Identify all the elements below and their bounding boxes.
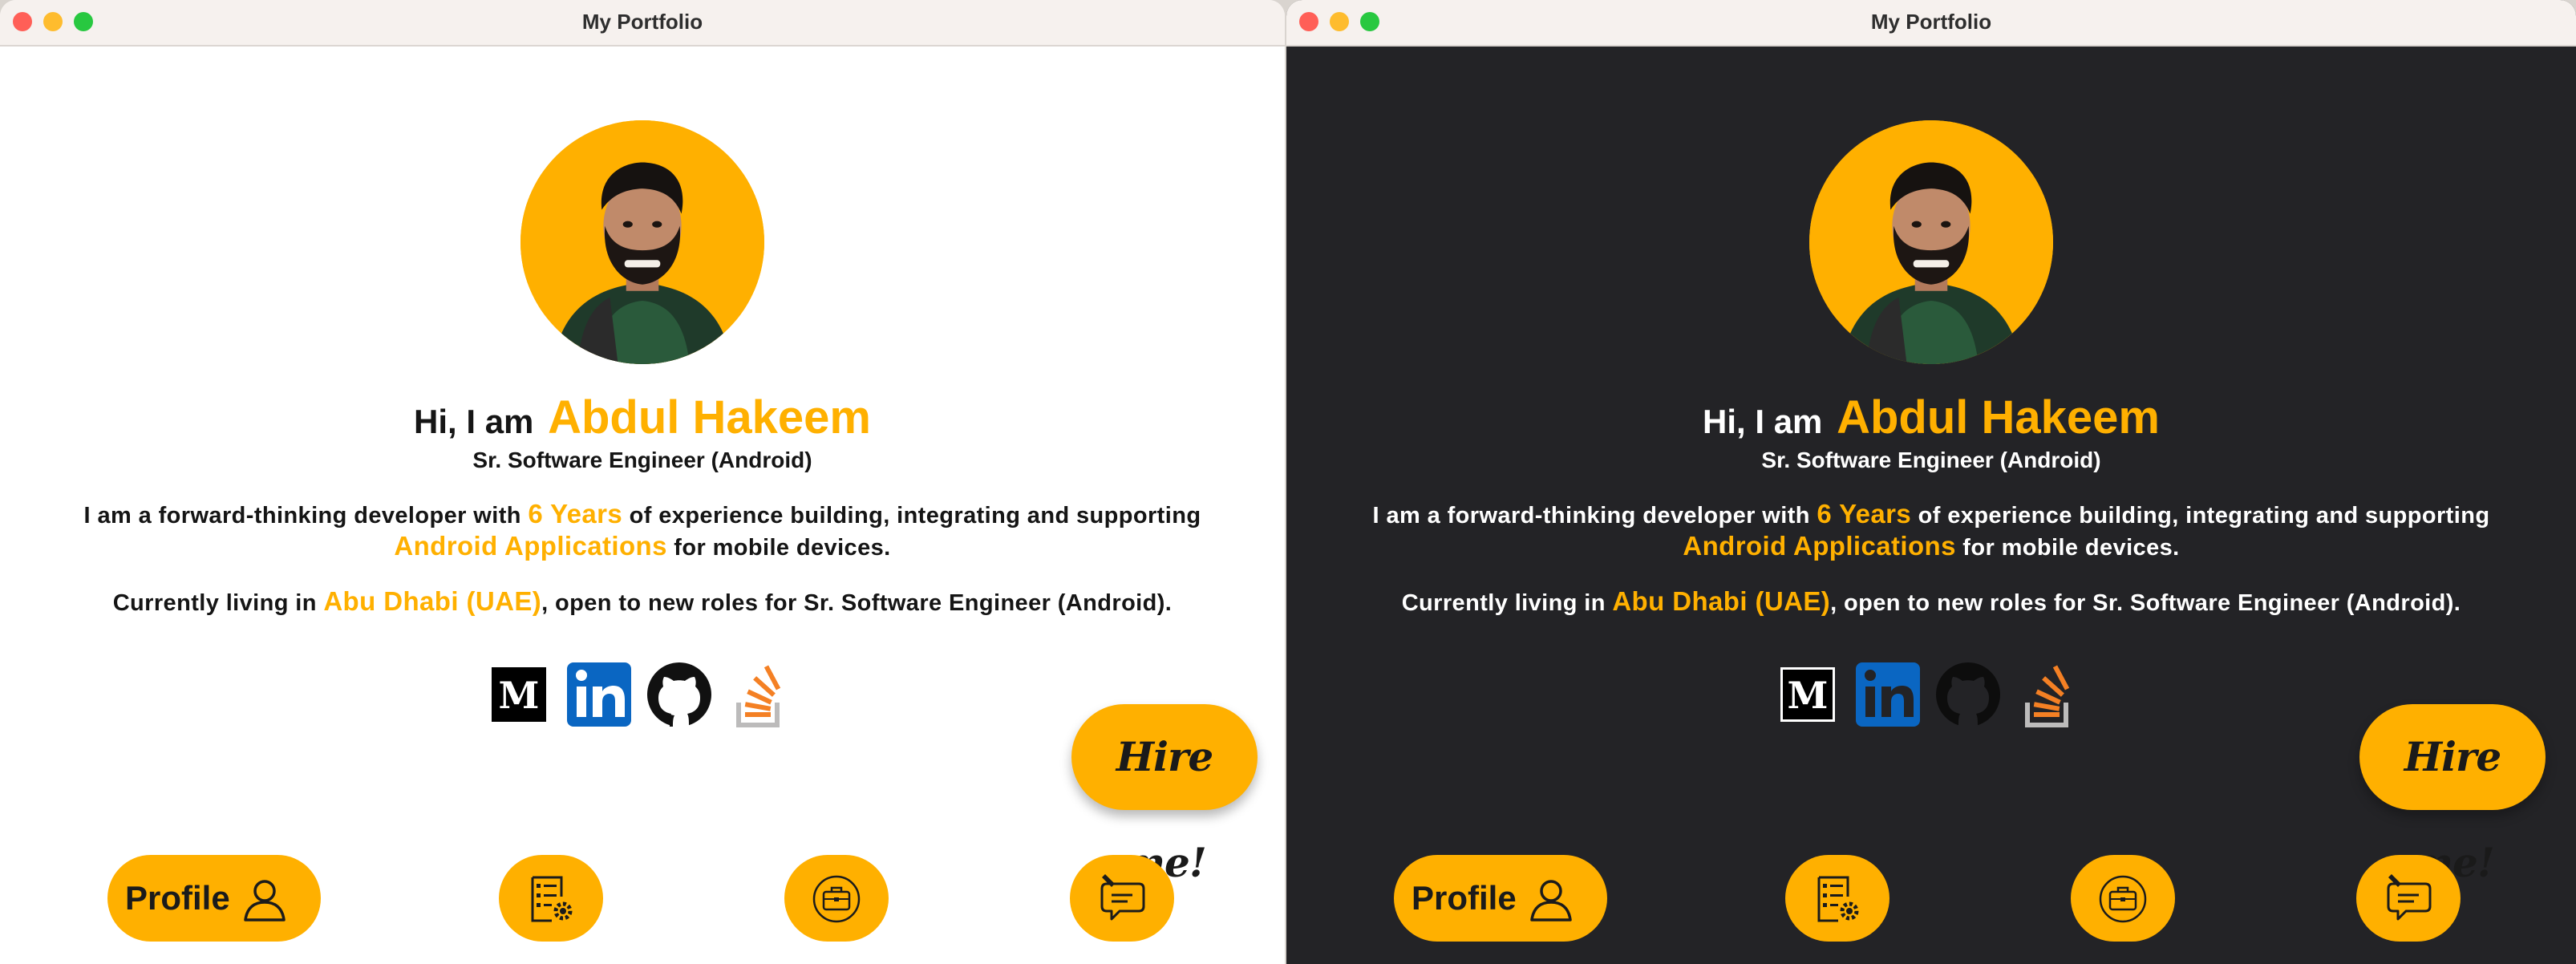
- window-title: My Portfolio: [1870, 10, 1992, 34]
- about-text-3: for mobile devices.: [1955, 535, 2180, 561]
- greeting-heading: Hi, I am Abdul Hakeem: [0, 390, 1285, 450]
- job-title: Sr. Software Engineer (Android): [1761, 448, 2101, 472]
- resume-icon: [525, 873, 577, 926]
- title-bar: My Portfolio: [1286, 0, 2576, 47]
- profile-icon: [241, 875, 289, 923]
- contact-chat-icon: [1096, 873, 1148, 926]
- city-highlight: Abu Dhabi (UAE): [1612, 586, 1831, 616]
- about-paragraph: I am a forward-thinking developer with 6…: [32, 499, 1253, 563]
- nav-portfolio-button[interactable]: [784, 855, 889, 942]
- greeting-text: Hi, I am: [414, 403, 534, 440]
- linkedin-icon[interactable]: [1854, 658, 1922, 733]
- about-text-2: of experience building, integrating and …: [1911, 503, 2490, 529]
- github-icon[interactable]: [646, 658, 713, 733]
- window-title: My Portfolio: [581, 10, 703, 34]
- nav-contact-button[interactable]: [1070, 855, 1174, 942]
- title-bar: My Portfolio: [0, 0, 1285, 47]
- location-text-2: , open to new roles for Sr. Software Eng…: [1830, 590, 2461, 616]
- nav-profile-button[interactable]: Profile: [107, 855, 321, 942]
- experience-years: 6 Years: [1817, 499, 1912, 529]
- portfolio-content: Hi, I am Abdul Hakeem Sr. Software Engin…: [0, 45, 1285, 964]
- city-highlight: Abu Dhabi (UAE): [323, 586, 542, 616]
- contact-chat-icon: [2382, 873, 2435, 926]
- portfolio-briefcase-icon: [2096, 873, 2149, 926]
- nav-contact-button[interactable]: [2356, 855, 2461, 942]
- portfolio-window-light: My Portfolio Hi, I am Abdul Hakeem Sr. S…: [0, 0, 1285, 964]
- greeting-text: Hi, I am: [1703, 403, 1823, 440]
- location-text-2: , open to new roles for Sr. Software Eng…: [541, 590, 1173, 616]
- profile-photo: [1809, 120, 2053, 364]
- developer-name: Abdul Hakeem: [1837, 391, 2160, 444]
- nav-resume-button[interactable]: [499, 855, 603, 942]
- medium-icon[interactable]: M: [1776, 658, 1843, 733]
- github-icon[interactable]: [1934, 658, 2002, 733]
- experience-years: 6 Years: [528, 499, 623, 529]
- android-apps-highlight: Android Applications: [1683, 531, 1956, 561]
- social-links: M: [1776, 658, 2087, 733]
- greeting-heading: Hi, I am Abdul Hakeem: [1286, 390, 2576, 450]
- svg-text:M: M: [1788, 674, 1829, 717]
- hire-me-button[interactable]: Hire me!: [1071, 704, 1258, 886]
- stackoverflow-icon[interactable]: [2016, 658, 2084, 733]
- android-apps-highlight: Android Applications: [394, 531, 667, 561]
- developer-name: Abdul Hakeem: [548, 391, 871, 444]
- location-text-1: Currently living in: [112, 590, 324, 616]
- about-text-3: for mobile devices.: [666, 535, 891, 561]
- social-links: M: [487, 658, 798, 733]
- resume-icon: [1811, 873, 1864, 926]
- about-text-1: I am a forward-thinking developer with: [83, 503, 529, 529]
- location-paragraph: Currently living in Abu Dhabi (UAE), ope…: [1286, 585, 2576, 619]
- portfolio-content: Hi, I am Abdul Hakeem Sr. Software Engin…: [1286, 45, 2576, 964]
- linkedin-icon[interactable]: [565, 658, 633, 733]
- about-text-1: I am a forward-thinking developer with: [1372, 503, 1817, 529]
- svg-text:M: M: [499, 674, 540, 717]
- profile-icon: [1527, 875, 1575, 923]
- profile-photo: [520, 120, 764, 364]
- nav-profile-label: Profile: [125, 879, 230, 917]
- medium-icon[interactable]: M: [487, 658, 554, 733]
- location-paragraph: Currently living in Abu Dhabi (UAE), ope…: [0, 585, 1285, 619]
- portfolio-briefcase-icon: [810, 873, 863, 926]
- nav-resume-button[interactable]: [1785, 855, 1889, 942]
- location-text-1: Currently living in: [1401, 590, 1613, 616]
- job-title: Sr. Software Engineer (Android): [472, 448, 812, 472]
- about-text-2: of experience building, integrating and …: [622, 503, 1201, 529]
- stackoverflow-icon[interactable]: [727, 658, 795, 733]
- nav-profile-button[interactable]: Profile: [1394, 855, 1607, 942]
- nav-portfolio-button[interactable]: [2071, 855, 2175, 942]
- hire-me-button[interactable]: Hire me!: [2359, 704, 2546, 886]
- about-paragraph: I am a forward-thinking developer with 6…: [1318, 499, 2544, 563]
- portfolio-window-dark: My Portfolio Hi, I am Abdul Hakeem Sr. S…: [1286, 0, 2576, 964]
- nav-profile-label: Profile: [1412, 879, 1517, 917]
